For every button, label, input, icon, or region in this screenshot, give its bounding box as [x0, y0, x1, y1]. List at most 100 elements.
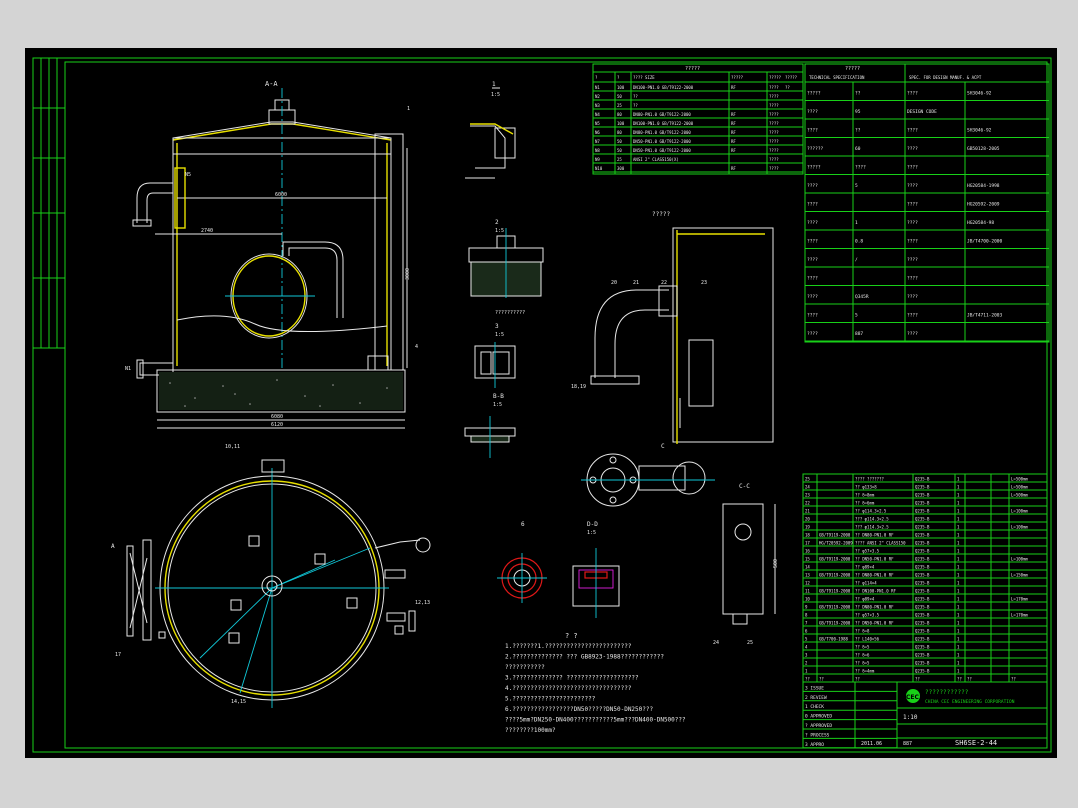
nozzle-table-cell: 100 — [617, 121, 625, 126]
parts-cell: 1 — [957, 549, 960, 554]
parts-cell: 1 — [957, 557, 960, 562]
parts-cell: ?? DN100-PN1.0 RF — [855, 589, 897, 594]
parts-cell: ???? ANSI 2" CLASS150 — [855, 541, 906, 546]
spec-cell: ???? — [907, 257, 918, 263]
parts-cell: 1 — [957, 565, 960, 570]
nozzle-table-cell: N9 — [595, 157, 600, 162]
spec-col1: TECHNICAL SPECIFICATION — [809, 75, 865, 80]
nozzle-table: ??????????? SIZE?????????? ?????N1 100 DN10… — [592, 63, 804, 175]
spec-cell: ?????? — [807, 146, 824, 152]
parts-cell: Q235-B — [915, 669, 930, 674]
parts-cell: HG/T20592-2009 — [819, 541, 853, 546]
parts-cell: 1 — [957, 653, 960, 658]
parts-cell: ?? δ=8 — [855, 629, 870, 634]
note-line: 2.?????????????? ??? GB8923-1988????????… — [505, 654, 664, 661]
parts-cell: 1 — [957, 645, 960, 650]
design-spec-table: ????? TECHNICAL SPECIFICATION SPEC. FOR DE… — [804, 63, 1050, 343]
nozzle-table-cell: ?? — [633, 94, 638, 99]
nozzle-table-cell: N1 — [595, 85, 600, 90]
nozzle-table-cell: ???? — [769, 103, 779, 108]
spec-cell: ???? — [807, 239, 818, 245]
parts-cell: 25 — [805, 477, 810, 482]
parts-cell: Q235-B — [915, 621, 930, 626]
parts-cell: 1 — [957, 629, 960, 634]
parts-cell: Q235-B — [915, 517, 930, 522]
svg-text:?????: ????? — [652, 211, 670, 218]
parts-cell: 5 — [805, 637, 808, 642]
parts-header: ?? — [1011, 677, 1016, 682]
nozzle-table-cell: DN80-PN1.0 GB/T9122-2000 — [633, 130, 691, 135]
nozzle-table-cell: ???? — [769, 130, 779, 135]
spec-cell: HG20584-98 — [967, 220, 994, 226]
parts-cell: 12 — [805, 581, 810, 586]
parts-cell: Q235-B — [915, 605, 930, 610]
svg-text:23: 23 — [701, 280, 707, 286]
svg-text:25: 25 — [747, 640, 753, 646]
parts-cell: Q235-B — [915, 493, 930, 498]
nozzle-table-cell: RF — [731, 166, 736, 171]
svg-text:24: 24 — [713, 640, 719, 646]
parts-cell: 13 — [805, 573, 810, 578]
svg-text:1: 1 — [407, 106, 410, 112]
parts-cell: L=100mm — [1011, 525, 1028, 530]
spec-cell: 5 — [855, 183, 858, 189]
detail-c-plan: C — [581, 443, 715, 507]
spec-cell: ???? — [807, 109, 818, 115]
nozzle-table-cell: ???? — [769, 121, 779, 126]
notes: ? ? 1.???????1.???????????????????????? 2… — [505, 632, 686, 734]
parts-cell: 8 — [805, 613, 808, 618]
svg-text:3: 3 — [495, 323, 499, 330]
plan-view: A 17 14,15 10,11 12,13 — [111, 444, 431, 708]
parts-cell: 23 — [805, 493, 810, 498]
parts-cell: ?? DN50-PN1.0 RF — [855, 621, 894, 626]
parts-cell: Q235-B — [915, 653, 930, 658]
nozzle-table-cell: N8 — [595, 148, 600, 153]
parts-cell: Q235-B — [915, 549, 930, 554]
nozzle-table-cell: RF — [731, 139, 736, 144]
svg-text:20: 20 — [611, 280, 617, 286]
cec-logo: CEC — [906, 689, 920, 703]
spec-cell: Q345R — [855, 294, 869, 300]
svg-text:10,11: 10,11 — [225, 444, 240, 450]
detail-section-red: 6 — [497, 521, 547, 603]
parts-cell: ?? φ89×4 — [855, 597, 875, 602]
parts-cell: 19 — [805, 525, 810, 530]
parts-cell: Q235-B — [915, 573, 930, 578]
svg-text:N5: N5 — [185, 172, 191, 178]
dim-height: 3000 — [405, 268, 411, 280]
spec-cell: SH3046-92 — [967, 128, 992, 134]
parts-cell: ?? δ=5 — [855, 645, 870, 650]
parts-cell: 21 — [805, 509, 810, 514]
parts-cell: Q235-B — [915, 501, 930, 506]
spec-cell: ???? — [907, 91, 918, 97]
revision-row: 1 CHECK — [805, 704, 824, 710]
parts-header: ?? — [957, 677, 962, 682]
parts-cell: L=500mm — [1011, 493, 1028, 498]
parts-cell: ?? DN50-PN1.0 RF — [855, 557, 894, 562]
spec-cell: ???? — [907, 165, 918, 171]
spec-cell: ?? — [855, 128, 861, 134]
parts-cell: L=170mm — [1011, 597, 1028, 602]
label-c: C — [661, 443, 665, 450]
nozzle-table-cell: N5 — [595, 121, 600, 126]
dim-cc-height: 500 — [773, 559, 779, 568]
spec-cell: ???? — [907, 331, 918, 337]
nozzle-table-cell: ???? — [769, 157, 779, 162]
parts-cell: GB/T9119-2000 — [819, 533, 851, 538]
nozzle-table-cell: RF — [731, 130, 736, 135]
nozzle-table-cell: N3 — [595, 103, 600, 108]
spec-cell: ????? — [807, 165, 821, 171]
foundation-concrete — [159, 372, 403, 410]
spec-cell: SH3046-92 — [967, 91, 992, 97]
scale: 1:10 — [903, 714, 918, 721]
parts-cell: 1 — [957, 533, 960, 538]
nozzle-table-cell: RF — [731, 148, 736, 153]
parts-cell: Q235-B — [915, 485, 930, 490]
nozzle-table-cell: ANSI 2" CLASS150(X) — [633, 157, 679, 162]
nozzle-table-cell: N2 — [595, 94, 600, 99]
nozzle-table-cell: 50 — [617, 94, 622, 99]
parts-cell: 1 — [957, 621, 960, 626]
parts-cell: 1 — [957, 597, 960, 602]
spec-cell: 60 — [855, 146, 861, 152]
nozzle-table-cell: DN100-PN1.0 GB/T9122-2000 — [633, 121, 694, 126]
